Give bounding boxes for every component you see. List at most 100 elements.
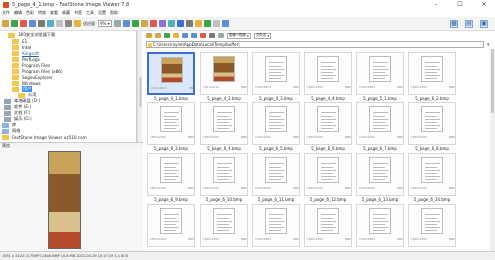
thumbnail-card[interactable]: 1551x2419 BMP: [200, 52, 248, 95]
draw-icon[interactable]: [140, 20, 148, 27]
grid-scroll-thumb[interactable]: [491, 49, 494, 113]
tree-scroll-thumb[interactable]: [139, 77, 142, 107]
forward-icon[interactable]: [155, 33, 161, 38]
menu-bookmarks[interactable]: 书签: [74, 10, 82, 16]
move-icon[interactable]: [191, 33, 197, 38]
thumbnail-card[interactable]: 1550x2405 BMP: [147, 153, 195, 196]
crop-icon[interactable]: [65, 20, 72, 27]
view-icon[interactable]: [218, 33, 224, 38]
thumbnail-card[interactable]: 1550x2405 BMP: [304, 204, 352, 247]
filter-select[interactable]: 图像+视频 ▾: [227, 32, 251, 39]
menu-view[interactable]: 查看: [50, 10, 58, 16]
thumbnail-filename[interactable]: 5_page_4_2.bmp: [200, 96, 248, 101]
thumbnail-card[interactable]: 1550x2405 BMP: [147, 102, 195, 145]
fit-label[interactable]: 适应窗: [83, 21, 95, 27]
thumbnail-card[interactable]: 1550x2405 BMP: [356, 204, 404, 247]
thumbnail-card[interactable]: 1550x2405 BMP: [356, 102, 404, 145]
sort-select[interactable]: 文件名 ▾: [253, 32, 272, 39]
menu-favorites[interactable]: 收藏: [62, 10, 70, 16]
close-button[interactable]: ✕: [473, 0, 495, 9]
info-icon[interactable]: [212, 20, 220, 27]
thumbnail-filename[interactable]: 5_page_6_13.bmp: [356, 197, 404, 202]
thumbnail-filename[interactable]: 5_page_4_4.bmp: [304, 96, 352, 101]
thumbnail-card[interactable]: 1550x2405 BMP: [408, 52, 456, 95]
back-icon[interactable]: [146, 33, 152, 38]
thumbnail-filename[interactable]: 5_page_6_10.bmp: [200, 197, 248, 202]
scan-icon[interactable]: [185, 20, 193, 27]
tag-icon[interactable]: [203, 20, 211, 27]
thumbnail-card[interactable]: 1551x2422 BMP: [147, 52, 195, 95]
grid-scrollbar[interactable]: [490, 49, 495, 251]
thumbnail-filename[interactable]: 5_page_6_3.bmp: [147, 146, 195, 151]
resize-icon[interactable]: [131, 20, 139, 27]
minimize-button[interactable]: –: [425, 0, 447, 9]
refresh-icon[interactable]: [11, 20, 18, 27]
thumbnail-card[interactable]: 1550x2405 BMP: [252, 102, 300, 145]
compare-icon[interactable]: [29, 20, 36, 27]
thumbnail-filename[interactable]: 5_page_6_12.bmp: [304, 197, 352, 202]
thumbnail-filename[interactable]: 5_page_6_14.bmp: [408, 197, 456, 202]
email-icon[interactable]: [167, 20, 175, 27]
menu-color[interactable]: 色彩: [26, 10, 34, 16]
menu-settings[interactable]: 帮助: [110, 10, 118, 16]
thumbnail-filename[interactable]: 5_page_6_7.bmp: [356, 146, 404, 151]
thumbnail-card[interactable]: 1550x2405 BMP: [408, 102, 456, 145]
menu-tools[interactable]: 设置: [98, 10, 106, 16]
open-folder-icon[interactable]: [2, 20, 9, 27]
rotate-icon[interactable]: [56, 20, 63, 27]
thumbnail-card[interactable]: 1550x2405 BMP: [304, 153, 352, 196]
zoom-icon[interactable]: [74, 20, 81, 27]
thumbnail-card[interactable]: 1550x2405 BMP: [147, 204, 195, 247]
thumbnail-filename[interactable]: 5_page_4_3.bmp: [252, 96, 300, 101]
thumbnail-filename[interactable]: 5_page_6_4.bmp: [200, 146, 248, 151]
copy-icon[interactable]: [182, 33, 188, 38]
thumbnail-card[interactable]: 1550x2405 BMP: [408, 153, 456, 196]
thumbnail-card[interactable]: 1550x2405 BMP: [356, 153, 404, 196]
thumbnail-filename[interactable]: 5_page_5_1.bmp: [356, 96, 404, 101]
address-field[interactable]: C:\Users\rayne\AppData\Local\Temp\buffer…: [146, 41, 484, 48]
thumbnail-filename[interactable]: 5_page_6_6.bmp: [304, 146, 352, 151]
thumbnail-filename[interactable]: 5_page_6_11.bmp: [252, 197, 300, 202]
thumbnail-filename[interactable]: 5_page_6_8.bmp: [408, 146, 456, 151]
tree-item[interactable]: FastStone Image Viewer xz510.com: [2, 134, 87, 140]
fullscreen-icon[interactable]: [38, 20, 45, 27]
wallpaper-icon[interactable]: [194, 20, 202, 27]
up-icon[interactable]: [164, 33, 170, 38]
thumbnail-card[interactable]: 1550x2405 BMP: [252, 153, 300, 196]
menu-file[interactable]: 文件: [2, 10, 10, 16]
thumbnail-card[interactable]: 1550x2405 BMP: [304, 102, 352, 145]
menu-effects[interactable]: 特效: [38, 10, 46, 16]
print-icon[interactable]: [176, 20, 184, 27]
favorite-icon[interactable]: [20, 20, 27, 27]
menu-edit[interactable]: 编辑: [14, 10, 22, 16]
slideshow-icon[interactable]: [47, 20, 54, 27]
layout-list-icon[interactable]: ▤: [465, 20, 473, 28]
settings-icon[interactable]: [221, 20, 229, 27]
zoom-in-icon[interactable]: [113, 20, 121, 27]
zoom-select[interactable]: 9% ▾: [98, 20, 112, 27]
adjust-icon[interactable]: [122, 20, 130, 27]
address-dropdown-icon[interactable]: ▾: [487, 42, 490, 48]
thumbnail-card[interactable]: 1550x2405 BMP: [200, 102, 248, 145]
thumbnail-filename[interactable]: 5_page_6_2.bmp: [408, 96, 456, 101]
menu-create[interactable]: 工具: [86, 10, 94, 16]
thumbnail-card[interactable]: 1550x2405 BMP: [252, 204, 300, 247]
thumbnail-card[interactable]: 1550x2405 BMP: [356, 52, 404, 95]
thumbnail-card[interactable]: 1550x2405 BMP: [408, 204, 456, 247]
thumbnail-filename[interactable]: 5_page_6_9.bmp: [147, 197, 195, 202]
layout-fullview-icon[interactable]: ▣: [480, 20, 488, 28]
thumbnail-filename[interactable]: 5_page_6_5.bmp: [252, 146, 300, 151]
delete-icon[interactable]: [200, 33, 206, 38]
thumbnail-card[interactable]: 1550x2405 BMP: [304, 52, 352, 95]
thumbnail-filename[interactable]: 5_page_4_1.bmp: [147, 96, 195, 101]
thumbnail-card[interactable]: 1550x2413 BMP: [252, 52, 300, 95]
effects-icon[interactable]: [158, 20, 166, 27]
thumbnail-card[interactable]: 1550x2405 BMP: [200, 204, 248, 247]
redeye-icon[interactable]: [149, 20, 157, 27]
select-all-icon[interactable]: [209, 33, 215, 38]
folder-icon[interactable]: [173, 33, 179, 38]
tree-scrollbar[interactable]: [137, 31, 142, 142]
maximize-button[interactable]: ☐: [449, 0, 471, 9]
thumbnail-card[interactable]: 1550x2405 BMP: [200, 153, 248, 196]
layout-browser-icon[interactable]: ▦: [450, 20, 458, 28]
